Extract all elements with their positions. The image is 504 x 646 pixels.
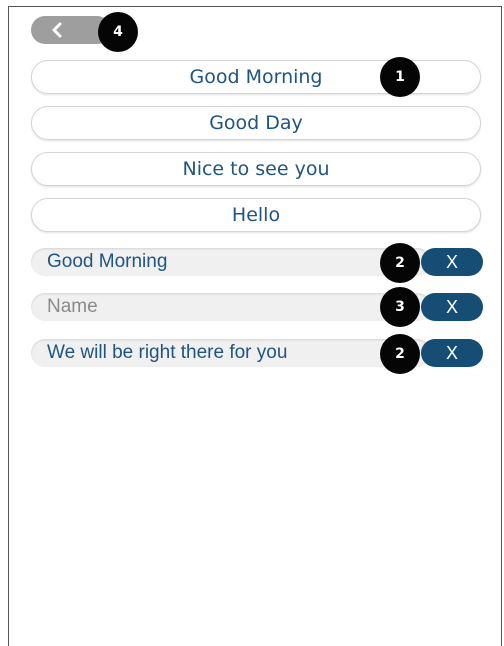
greeting-nice-to-see-you-button[interactable]: Nice to see you [31, 152, 481, 186]
annotation-badge-2: 2 [380, 243, 420, 283]
clear-message-button[interactable]: X [421, 339, 483, 367]
name-field[interactable]: Name [31, 293, 431, 321]
annotation-badge-4: 4 [98, 12, 138, 52]
greeting-good-day-button[interactable]: Good Day [31, 106, 481, 140]
annotation-badge-3: 3 [380, 287, 420, 327]
annotation-badge-1: 1 [380, 57, 420, 97]
chevron-left-icon [52, 22, 62, 38]
clear-greeting-button[interactable]: X [421, 248, 483, 276]
greeting-hello-button[interactable]: Hello [31, 198, 481, 232]
greeting-text-field[interactable]: Good Morning [31, 248, 431, 276]
app-frame [8, 6, 502, 646]
annotation-badge-2b: 2 [380, 334, 420, 374]
message-text-field[interactable]: We will be right there for you [31, 339, 431, 367]
clear-name-button[interactable]: X [421, 293, 483, 321]
